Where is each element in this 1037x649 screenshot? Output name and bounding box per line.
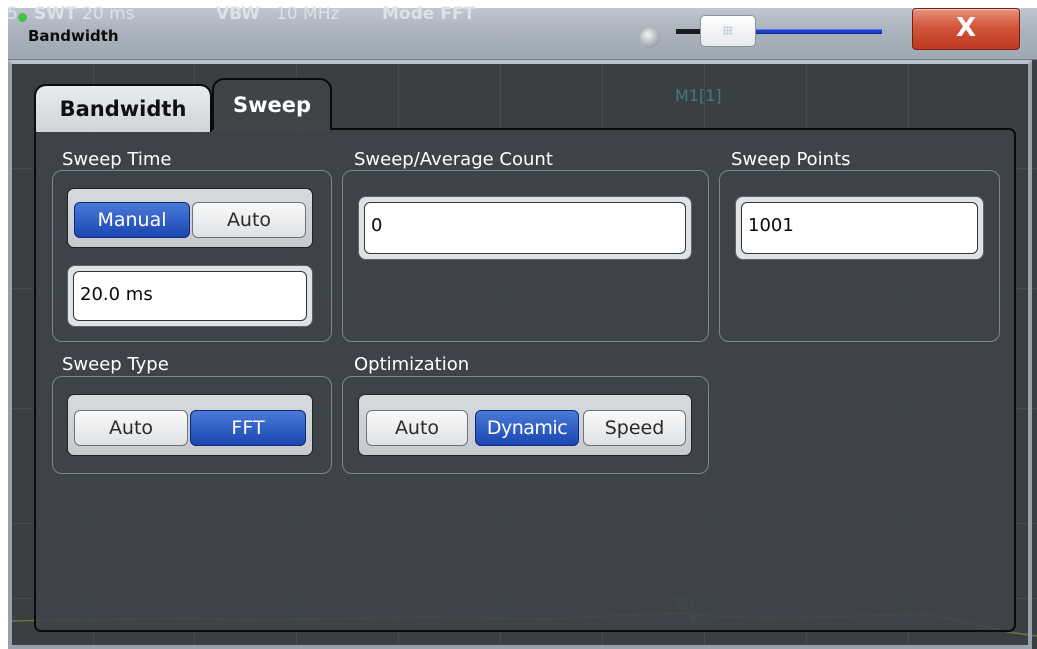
ghost-swt-label: SWT <box>34 4 77 24</box>
tab-joint <box>214 126 330 132</box>
ghost-mode: Mode FFT <box>382 4 476 24</box>
sweep-type-label: Sweep Type <box>62 354 169 375</box>
sweep-time-value[interactable]: 20.0 ms <box>73 271 307 321</box>
sweep-points-field[interactable]: 1001 <box>735 196 984 260</box>
sweep-average-count-label: Sweep/Average Count <box>354 149 553 170</box>
ghost-swt-value: 20 ms <box>82 4 135 24</box>
tab-sweep[interactable]: Sweep <box>212 78 332 130</box>
sweep-time-manual-button[interactable]: Manual <box>74 202 190 238</box>
close-button[interactable]: X <box>912 8 1020 50</box>
ghost-vbw-value: 10 MHz <box>276 4 340 24</box>
transparency-slider-thumb[interactable] <box>700 15 756 47</box>
sweep-time-field[interactable]: 20.0 ms <box>67 265 313 327</box>
sweep-points-value[interactable]: 1001 <box>741 202 978 254</box>
tab-bandwidth[interactable]: Bandwidth <box>34 84 212 132</box>
sweep-average-count-field[interactable]: 0 <box>358 196 692 260</box>
sweep-time-label: Sweep Time <box>62 149 172 170</box>
ghost-vbw-label: VBW <box>216 4 260 24</box>
dialog-title: Bandwidth <box>28 27 119 45</box>
sweep-average-count-value[interactable]: 0 <box>364 202 686 254</box>
sweep-points-label: Sweep Points <box>731 149 851 170</box>
optimization-auto-button[interactable]: Auto <box>366 410 468 446</box>
optimization-dynamic-button[interactable]: Dynamic <box>475 410 579 446</box>
transparency-icon <box>640 28 660 48</box>
sweep-time-auto-button[interactable]: Auto <box>192 202 306 238</box>
sweep-type-fft-button[interactable]: FFT <box>190 410 306 446</box>
status-dot-icon <box>18 13 27 22</box>
sweep-type-auto-button[interactable]: Auto <box>74 410 188 446</box>
ghost-prefix: 5 <box>7 4 18 24</box>
dialog-titlebar: 5 SWT 20 ms VBW 10 MHz Mode FFT Bandwidt… <box>7 4 1037 60</box>
optimization-label: Optimization <box>354 354 470 375</box>
optimization-speed-button[interactable]: Speed <box>583 410 686 446</box>
